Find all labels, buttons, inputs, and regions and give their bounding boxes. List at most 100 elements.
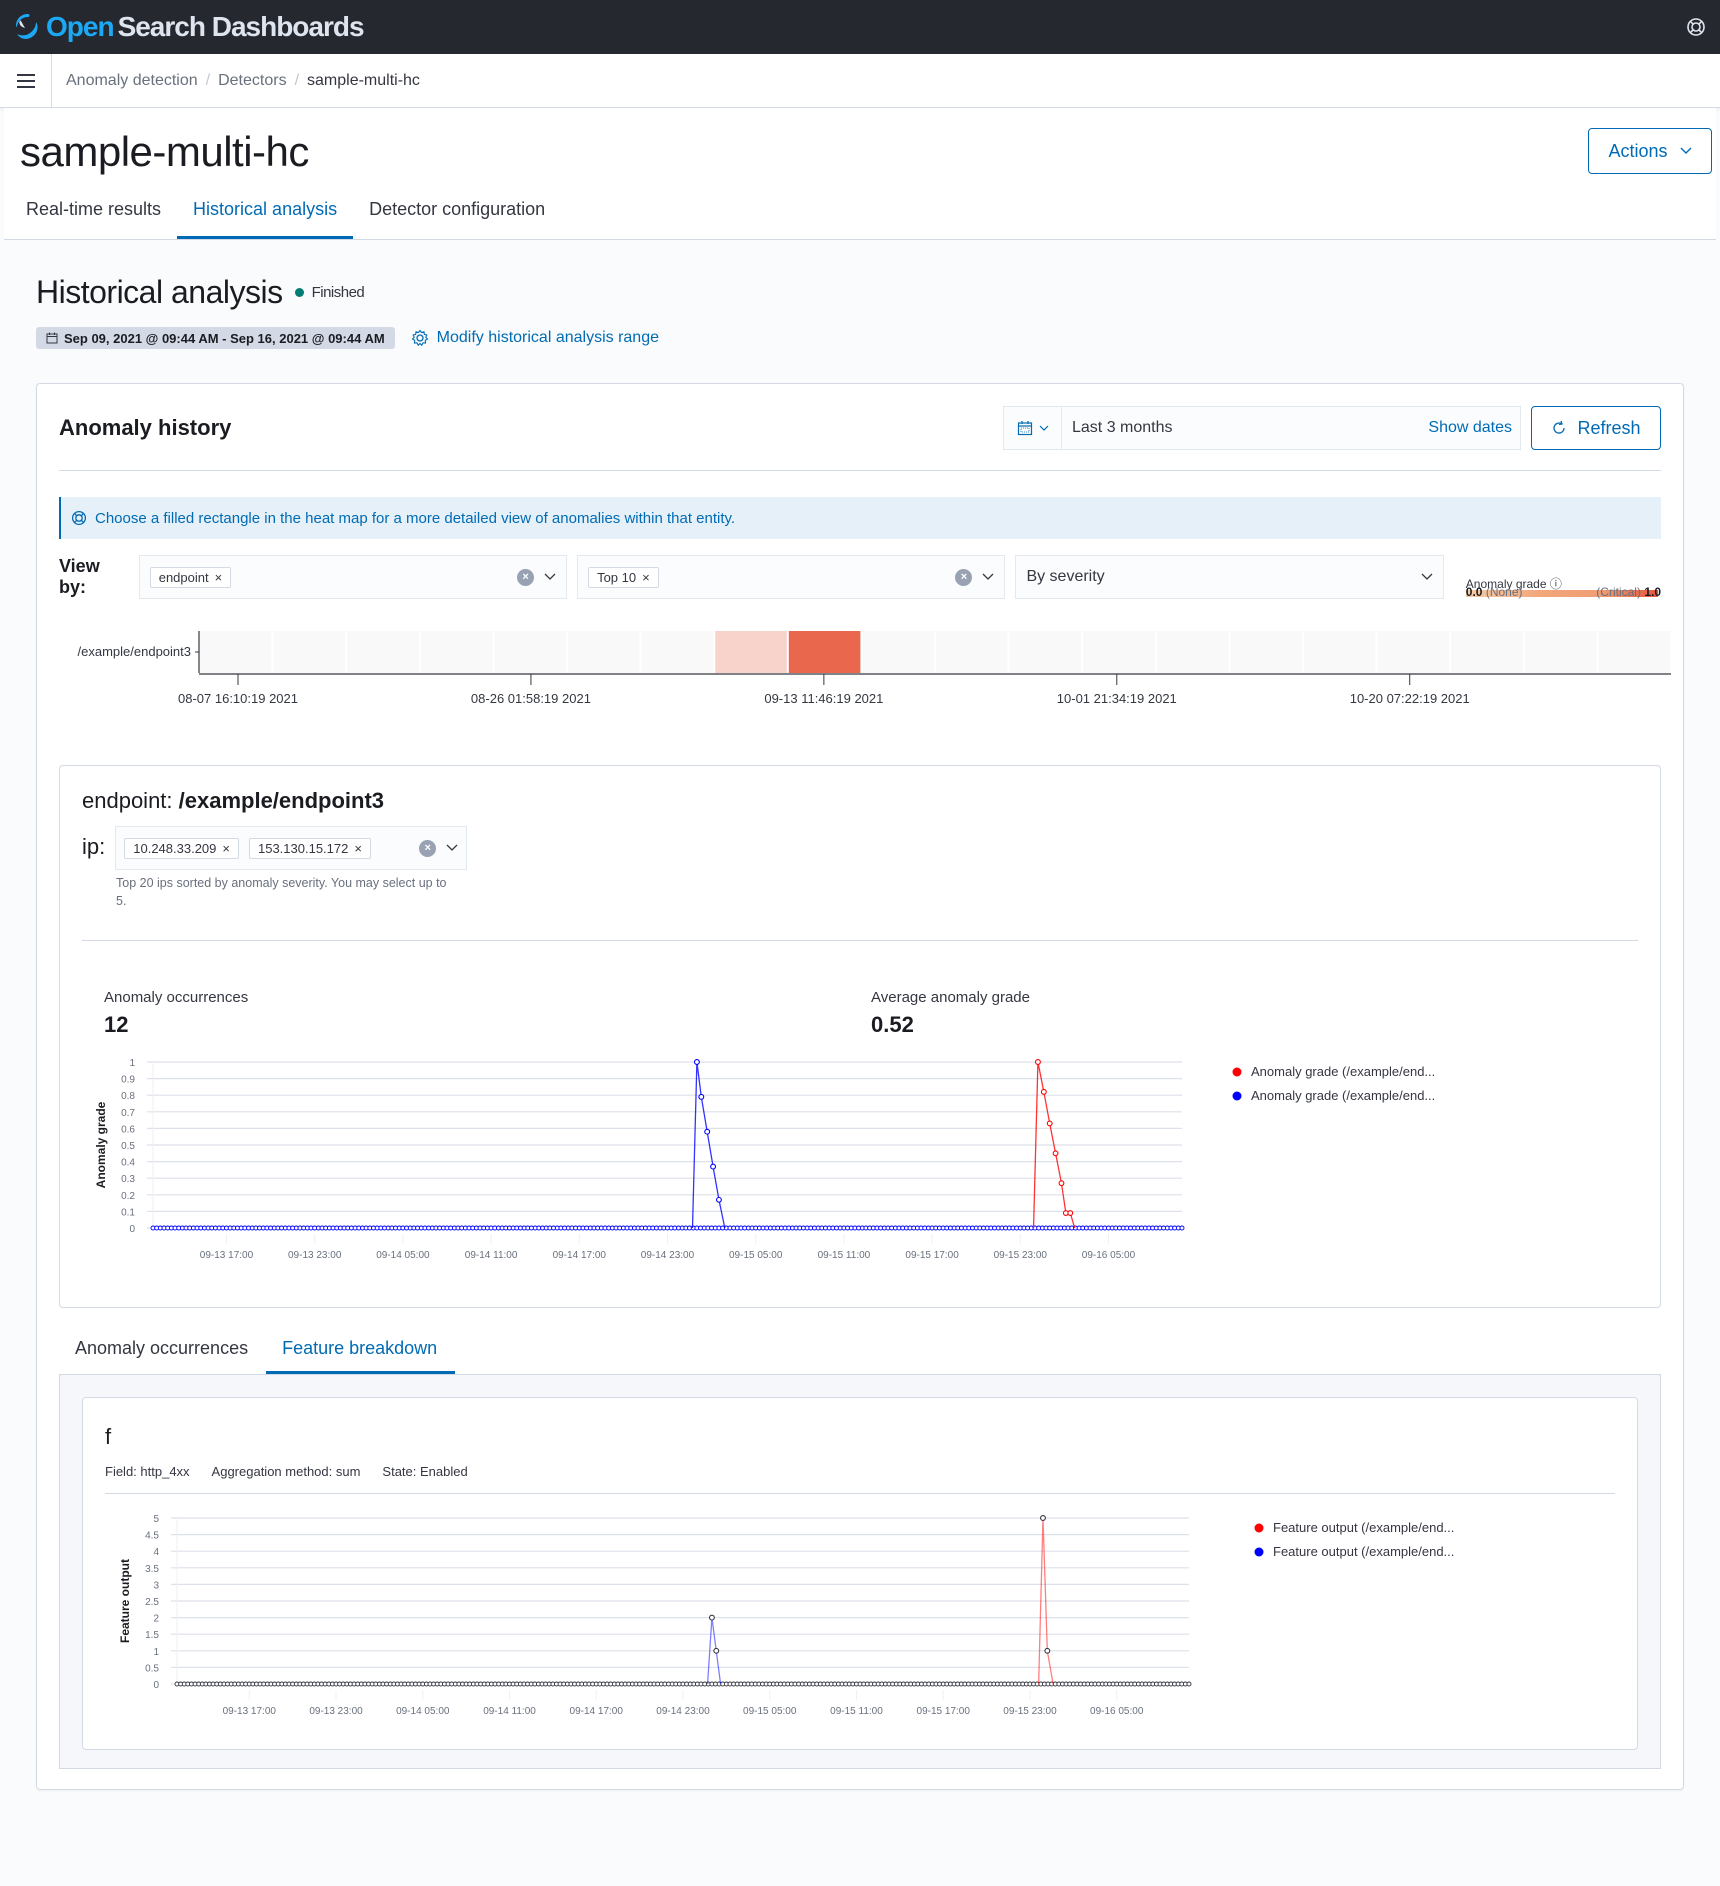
heatmap-cell[interactable] [347,631,419,673]
heatmap-cell[interactable] [715,631,787,673]
breadcrumb-separator: / [294,71,300,89]
tab-feature-breakdown[interactable]: Feature breakdown [266,1338,456,1374]
modify-range-link[interactable]: Modify historical analysis range [411,329,659,347]
heatmap-cell[interactable] [1377,631,1450,673]
grade-legend-max: (Critical) 1.0 [1596,585,1661,599]
heatmap-cell[interactable] [788,631,861,673]
sort-by-value: By severity [1026,568,1105,585]
tab-real-time-results[interactable]: Real-time results [10,199,177,239]
y-tick-label: 0 [153,1680,159,1691]
chip-label: Top 10 [597,569,637,585]
data-point [1046,1120,1053,1127]
heatmap-cell[interactable] [1524,631,1597,673]
heatmap-cell[interactable] [1083,631,1155,673]
clear-icon[interactable]: × [517,568,535,586]
remove-chip-icon[interactable]: × [222,841,230,856]
heatmap-cell[interactable] [494,631,566,673]
heatmap-cell[interactable] [641,631,714,673]
clear-icon[interactable]: × [419,839,437,857]
heatmap-cell[interactable] [1230,631,1302,673]
ip-combobox[interactable]: 10.248.33.209 × 153.130.15.172 × × [115,826,468,870]
actions-label: Actions [1608,140,1668,161]
brand-open: Open [46,11,115,42]
gear-icon [411,329,429,347]
data-point [1034,1059,1041,1065]
date-range-picker[interactable]: Last 3 months Show dates [1003,406,1521,450]
refresh-icon [1553,420,1566,434]
remove-chip-icon[interactable]: × [642,570,650,585]
date-range-text: Last 3 months [1072,419,1173,436]
menu-button[interactable] [0,54,52,107]
tab-anomaly-occurrences[interactable]: Anomaly occurrences [59,1338,266,1374]
tab-historical-analysis[interactable]: Historical analysis [177,199,354,239]
heatmap-cell[interactable] [1304,631,1376,673]
actions-button[interactable]: Actions [1588,128,1712,174]
y-tick-label: 0.7 [121,1108,135,1119]
feature-output-chart[interactable]: Feature output 0 0.5 1 1.5 2 2.5 3 3.5 4 4.5 5 09-13… [105,1508,1665,1728]
ip-label: ip: [82,834,106,859]
refresh-button[interactable]: Refresh [1531,406,1661,450]
anomaly-grade-chart[interactable]: Anomaly grade 0 0.1 0.2 0.3 0.4 0.5 0.6 0.7 0.8 0.… [82,1052,1702,1282]
chip-label: endpoint [158,569,209,585]
x-tick-label: 09-14 17:00 [570,1706,624,1717]
heatmap-cell[interactable] [1598,631,1670,673]
historical-analysis-title: Historical analysis [36,274,283,310]
quick-select-button[interactable] [1004,407,1062,449]
data-point [1052,1150,1059,1157]
data-point [704,1128,711,1135]
x-tick-label: 09-14 17:00 [553,1250,607,1261]
x-tick-label: 09-15 17:00 [917,1706,971,1717]
anomaly-grade-legend: Anomaly grade ⓘ 0.0 (None) (Critical) 1.… [1465,555,1661,599]
x-tick-label: 09-15 23:00 [1003,1706,1057,1717]
heatmap-cell[interactable] [1451,631,1523,673]
show-dates-link[interactable]: Show dates [1428,419,1520,437]
y-axis-title: Feature output [118,1559,132,1643]
data-point [715,1196,722,1203]
data-point [713,1647,720,1654]
breadcrumb-anomaly-detection[interactable]: Anomaly detection [66,72,198,90]
sort-by-select[interactable]: By severity [1015,555,1444,599]
remove-chip-icon[interactable]: × [215,570,223,585]
entity-name: /example/endpoint3 [178,788,385,813]
heatmap-cell[interactable] [862,631,934,673]
breadcrumb-bar: Anomaly detection / Detectors / sample-m… [0,54,1720,108]
anomaly-history-title: Anomaly history [59,415,232,440]
y-tick-label: 2 [153,1614,159,1625]
brand-rest: Search Dashboards [117,11,365,42]
y-axis-title: Anomaly grade [94,1101,108,1188]
view-by-combobox[interactable]: endpoint × × [138,555,568,599]
feature-state: State: Enabled [382,1464,468,1479]
heatmap-cell[interactable] [420,631,493,673]
ip-chip: 10.248.33.209 × [124,837,239,859]
chevron-down-icon[interactable] [982,573,994,581]
feature-field: Field: http_4xx [105,1464,190,1479]
y-tick-label: 0.2 [121,1191,135,1202]
status-badge: Finished [294,284,365,301]
heatmap-chart[interactable]: /example/endpoint3 08-07 16:10:19 2021 08-… [59,625,1709,735]
heatmap-cell[interactable] [200,631,272,673]
y-tick-label: 3 [153,1580,159,1591]
heatmap-cell[interactable] [1009,631,1082,673]
heatmap-cell[interactable] [1156,631,1229,673]
remove-chip-icon[interactable]: × [354,841,362,856]
y-tick-label: 0.9 [121,1075,135,1086]
callout-text: Choose a filled rectangle in the heat ma… [95,509,736,527]
info-icon[interactable]: ⓘ [1550,577,1562,591]
heatmap-cell[interactable] [273,631,346,673]
opensearch-logo[interactable]: Open Search Dashboards [14,11,365,43]
y-tick-label: 0.3 [121,1174,135,1185]
legend-label: Anomaly grade (/example/end... [1251,1064,1435,1079]
clear-icon[interactable]: × [955,568,973,586]
tab-detector-configuration[interactable]: Detector configuration [353,199,561,239]
page-title: sample-multi-hc [20,128,309,175]
help-lifebuoy-icon[interactable] [1686,17,1706,37]
chevron-down-icon[interactable] [446,844,458,852]
legend-marker [1232,1091,1242,1101]
detector-tabs: Real-time results Historical analysis De… [10,199,561,239]
main-content: Historical analysis Finished Sep 09, 202… [0,274,1720,1790]
top-n-combobox[interactable]: Top 10 × × [577,555,1006,599]
heatmap-cell[interactable] [568,631,640,673]
breadcrumb-detectors[interactable]: Detectors [218,72,286,90]
heatmap-cell[interactable] [936,631,1008,673]
chevron-down-icon[interactable] [544,573,556,581]
